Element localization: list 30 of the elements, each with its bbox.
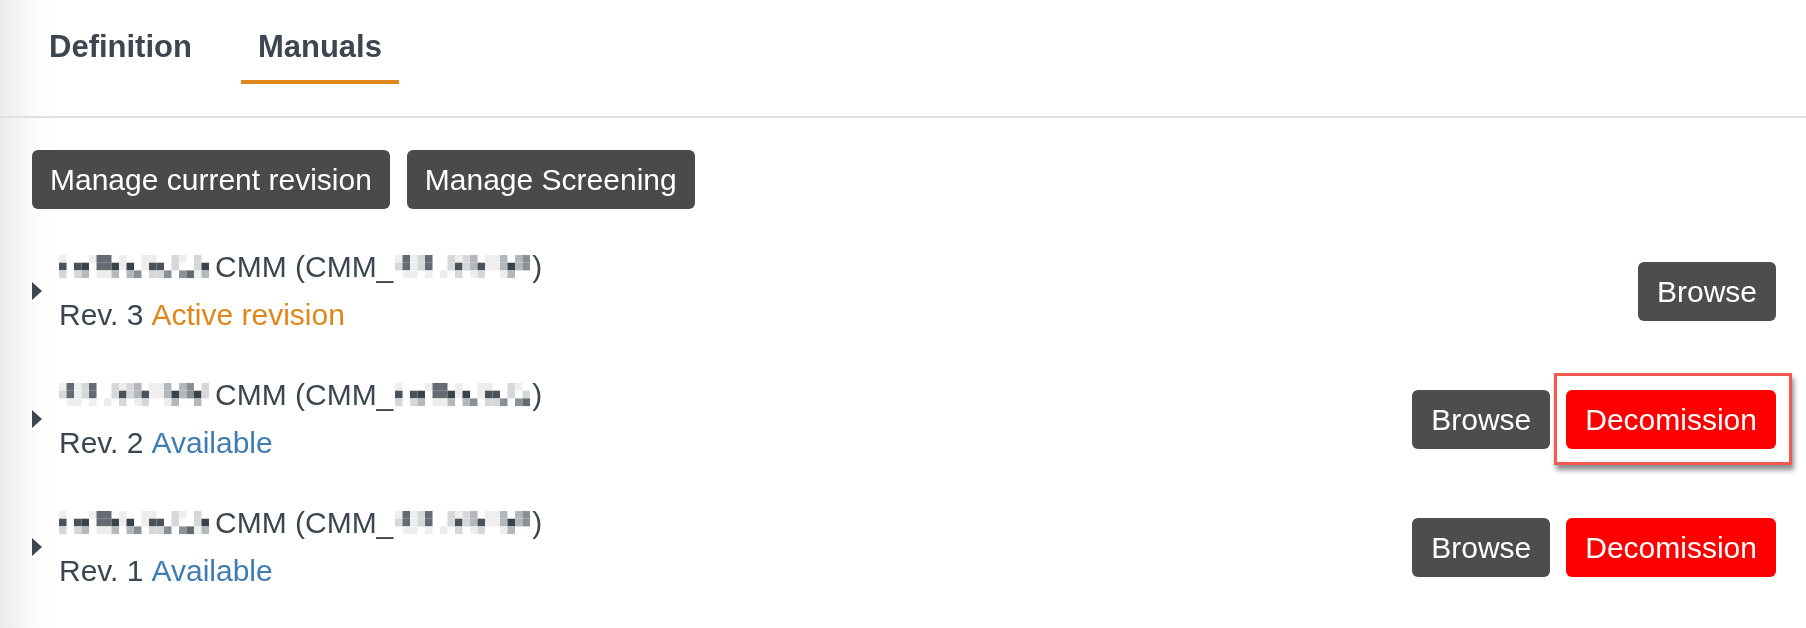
- manual-title-text: ): [532, 249, 543, 285]
- redaction-icon: [59, 511, 209, 535]
- manual-title-text: CMM (CMM_: [215, 377, 394, 413]
- redaction-icon: [59, 383, 209, 407]
- tab[interactable]: Manuals: [240, 16, 399, 84]
- revision-label: Rev. 1: [59, 553, 144, 589]
- toolbar-button[interactable]: Manage Screening: [406, 150, 695, 209]
- browse-button[interactable]: Browse: [1412, 517, 1551, 577]
- redaction-icon: [395, 383, 531, 407]
- revision-status: Active revision: [151, 297, 345, 333]
- revision-status: Available: [151, 553, 273, 589]
- revision-label: Rev. 3: [59, 297, 144, 333]
- revision-status: Available: [151, 425, 273, 461]
- tab[interactable]: Definition: [32, 16, 209, 84]
- caret-icon[interactable]: [32, 282, 42, 300]
- manual-title-text: ): [532, 377, 543, 413]
- manual-title-text: CMM (CMM_: [215, 249, 394, 285]
- caret-icon[interactable]: [32, 410, 42, 428]
- manual-title-text: CMM (CMM_: [215, 505, 394, 541]
- decommission-button[interactable]: Decomission: [1566, 389, 1776, 449]
- browse-button[interactable]: Browse: [1412, 389, 1551, 449]
- toolbar-button[interactable]: Manage current revision: [32, 150, 390, 209]
- browse-button[interactable]: Browse: [1637, 261, 1776, 321]
- revision-label: Rev. 2: [59, 425, 144, 461]
- redaction-icon: [395, 255, 531, 279]
- caret-icon[interactable]: [32, 538, 42, 556]
- manual-title-text: ): [532, 505, 543, 541]
- redaction-icon: [59, 255, 209, 279]
- redaction-icon: [395, 511, 531, 535]
- decommission-button[interactable]: Decomission: [1566, 517, 1776, 577]
